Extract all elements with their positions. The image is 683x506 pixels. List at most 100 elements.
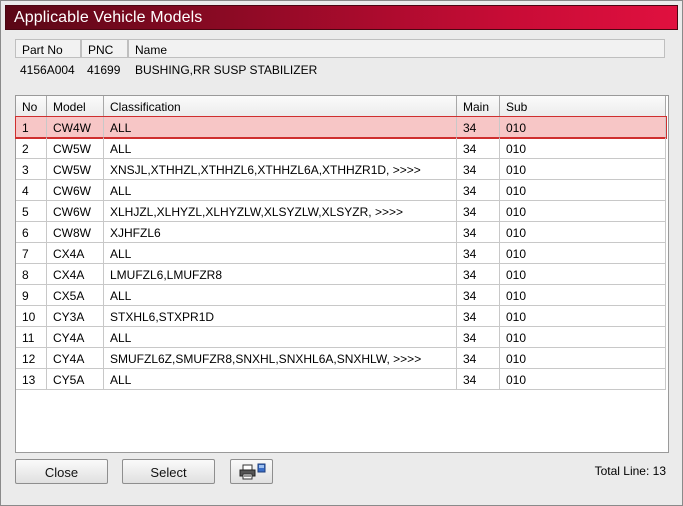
cell-sub: 010 xyxy=(500,180,666,201)
dialog-window: Applicable Vehicle Models Part No PNC Na… xyxy=(0,0,683,506)
cell-main: 34 xyxy=(457,327,500,348)
cell-model: CW4W xyxy=(47,117,104,138)
column-header-no[interactable]: No xyxy=(16,96,47,117)
title-bar[interactable]: Applicable Vehicle Models xyxy=(5,5,678,30)
cell-classification: XNSJL,XTHHZL,XTHHZL6,XTHHZL6A,XTHHZR1D, … xyxy=(104,159,457,180)
column-header-main[interactable]: Main xyxy=(457,96,500,117)
cell-sub: 010 xyxy=(500,285,666,306)
cell-model: CW6W xyxy=(47,180,104,201)
table-row[interactable]: 5 CW6W XLHJZL,XLHYZL,XLHYZLW,XLSYZLW,XLSYZ… xyxy=(16,201,666,222)
cell-classification: ALL xyxy=(104,327,457,348)
cell-sub: 010 xyxy=(500,201,666,222)
cell-no: 4 xyxy=(16,180,47,201)
cell-no: 11 xyxy=(16,327,47,348)
cell-model: CX4A xyxy=(47,264,104,285)
table-row[interactable]: 1 CW4W ALL 34 010 xyxy=(15,116,667,139)
table-row[interactable]: 9 CX5A ALL 34 010 xyxy=(16,285,666,306)
close-button[interactable]: Close xyxy=(15,459,108,484)
cell-model: CX5A xyxy=(47,285,104,306)
cell-sub: 010 xyxy=(500,306,666,327)
cell-no: 3 xyxy=(16,159,47,180)
cell-classification: SMUFZL6Z,SMUFZR8,SNXHL,SNXHL6A,SNXHLW, >… xyxy=(104,348,457,369)
cell-classification: ALL xyxy=(104,117,457,138)
cell-classification: ALL xyxy=(104,243,457,264)
table-row[interactable]: 4 CW6W ALL 34 010 xyxy=(16,180,666,201)
cell-main: 34 xyxy=(457,369,500,390)
printer-icon xyxy=(239,463,266,480)
cell-main: 34 xyxy=(457,159,500,180)
table-row[interactable]: 7 CX4A ALL 34 010 xyxy=(16,243,666,264)
cell-model: CY4A xyxy=(47,327,104,348)
cell-model: CW8W xyxy=(47,222,104,243)
cell-classification: ALL xyxy=(104,180,457,201)
column-header-sub[interactable]: Sub xyxy=(500,96,666,117)
window-title: Applicable Vehicle Models xyxy=(14,9,203,26)
cell-model: CW5W xyxy=(47,138,104,159)
cell-no: 10 xyxy=(16,306,47,327)
cell-sub: 010 xyxy=(500,222,666,243)
cell-sub: 010 xyxy=(500,264,666,285)
cell-no: 6 xyxy=(16,222,47,243)
cell-classification: XLHJZL,XLHYZL,XLHYZLW,XLSYZLW,XLSYZR, >>… xyxy=(104,201,457,222)
column-header-model[interactable]: Model xyxy=(47,96,104,117)
cell-main: 34 xyxy=(457,264,500,285)
cell-classification: STXHL6,STXPR1D xyxy=(104,306,457,327)
cell-classification: XJHFZL6 xyxy=(104,222,457,243)
cell-sub: 010 xyxy=(500,159,666,180)
cell-sub: 010 xyxy=(500,243,666,264)
table-row[interactable]: 2 CW5W ALL 34 010 xyxy=(16,138,666,159)
table-row[interactable]: 12 CY4A SMUFZL6Z,SMUFZR8,SNXHL,SNXHL6A,SNX… xyxy=(16,348,666,369)
cell-model: CY4A xyxy=(47,348,104,369)
part-info-header: Part No PNC Name xyxy=(15,39,666,58)
cell-classification: ALL xyxy=(104,138,457,159)
part-info-panel: Part No PNC Name 4156A004 41699 BUSHING,… xyxy=(15,39,666,89)
select-button[interactable]: Select xyxy=(122,459,215,484)
cell-no: 7 xyxy=(16,243,47,264)
part-no-header: Part No xyxy=(15,39,81,58)
cell-main: 34 xyxy=(457,201,500,222)
table-row[interactable]: 11 CY4A ALL 34 010 xyxy=(16,327,666,348)
grid-header: No Model Classification Main Sub xyxy=(16,96,667,117)
vehicle-models-grid[interactable]: No Model Classification Main Sub 1 CW4W AL… xyxy=(15,95,669,453)
cell-main: 34 xyxy=(457,243,500,264)
part-no-value: 4156A004 xyxy=(20,63,75,77)
cell-main: 34 xyxy=(457,138,500,159)
table-row[interactable]: 3 CW5W XNSJL,XTHHZL,XTHHZL6,XTHHZL6A,XTHHZ… xyxy=(16,159,666,180)
cell-no: 12 xyxy=(16,348,47,369)
cell-no: 8 xyxy=(16,264,47,285)
table-row[interactable]: 10 CY3A STXHL6,STXPR1D 34 010 xyxy=(16,306,666,327)
table-row[interactable]: 13 CY5A ALL 34 010 xyxy=(16,369,666,390)
cell-sub: 010 xyxy=(500,327,666,348)
cell-model: CX4A xyxy=(47,243,104,264)
cell-main: 34 xyxy=(457,306,500,327)
cell-model: CW6W xyxy=(47,201,104,222)
cell-classification: ALL xyxy=(104,369,457,390)
table-row[interactable]: 8 CX4A LMUFZL6,LMUFZR8 34 010 xyxy=(16,264,666,285)
cell-sub: 010 xyxy=(500,369,666,390)
column-header-classification[interactable]: Classification xyxy=(104,96,457,117)
print-button[interactable] xyxy=(230,459,273,484)
cell-no: 13 xyxy=(16,369,47,390)
cell-main: 34 xyxy=(457,348,500,369)
name-header: Name xyxy=(128,39,665,58)
total-lines-label: Total Line: 13 xyxy=(594,464,666,478)
cell-no: 9 xyxy=(16,285,47,306)
cell-main: 34 xyxy=(457,222,500,243)
cell-sub: 010 xyxy=(500,138,666,159)
cell-classification: LMUFZL6,LMUFZR8 xyxy=(104,264,457,285)
cell-main: 34 xyxy=(457,117,500,138)
cell-no: 1 xyxy=(16,117,47,138)
pnc-header: PNC xyxy=(81,39,128,58)
cell-no: 2 xyxy=(16,138,47,159)
cell-no: 5 xyxy=(16,201,47,222)
cell-main: 34 xyxy=(457,180,500,201)
cell-sub: 010 xyxy=(500,348,666,369)
cell-model: CY5A xyxy=(47,369,104,390)
cell-model: CY3A xyxy=(47,306,104,327)
cell-sub: 010 xyxy=(500,117,666,138)
cell-classification: ALL xyxy=(104,285,457,306)
table-row[interactable]: 6 CW8W XJHFZL6 34 010 xyxy=(16,222,666,243)
cell-model: CW5W xyxy=(47,159,104,180)
pnc-value: 41699 xyxy=(87,63,121,77)
name-value: BUSHING,RR SUSP STABILIZER xyxy=(135,63,318,77)
